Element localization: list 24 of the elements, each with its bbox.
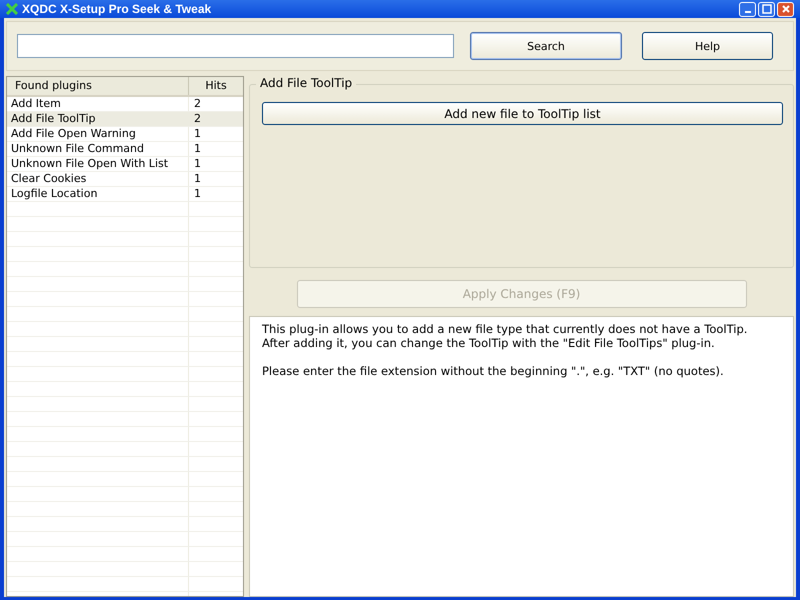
column-header[interactable]: Found plugins xyxy=(7,77,189,95)
group-title: Add File ToolTip xyxy=(256,76,356,90)
description-text: This plug-in allows you to add a new file type that currently does not have a ToolTip. xyxy=(262,322,748,336)
list-row[interactable]: Add File ToolTip 2 xyxy=(7,112,243,127)
close-icon xyxy=(780,4,790,14)
list-row[interactable]: Unknown File Command 1 xyxy=(7,142,243,157)
x-logo-icon xyxy=(6,3,18,15)
list-row[interactable]: Clear Cookies 1 xyxy=(7,172,243,187)
description-text: After adding it, you can change the ToolTip with the "Edit File ToolTips" plug-in. xyxy=(262,336,716,350)
minimize-icon xyxy=(744,11,750,13)
list-row[interactable]: Logfile Location 1 xyxy=(7,187,243,202)
search-button[interactable]: Search xyxy=(470,32,622,60)
search-field[interactable] xyxy=(17,34,454,58)
window-title: XQDC X-Setup Pro Seek & Tweak xyxy=(22,2,212,16)
close-button[interactable] xyxy=(777,2,794,16)
minimize-button[interactable] xyxy=(739,2,756,16)
add-file-button[interactable]: Add new file to ToolTip list xyxy=(262,102,783,125)
help-button[interactable]: Help xyxy=(642,32,773,60)
list-row[interactable]: Add File Open Warning 1 xyxy=(7,127,243,142)
description-text: Please enter the file extension without the beginning ".", e.g. "TXT" (no quotes). xyxy=(262,364,725,378)
maximize-button[interactable] xyxy=(758,2,775,16)
maximize-icon xyxy=(762,4,772,14)
column-header[interactable]: Hits xyxy=(189,77,243,95)
list-row[interactable]: Unknown File Open With List 1 xyxy=(7,157,243,172)
